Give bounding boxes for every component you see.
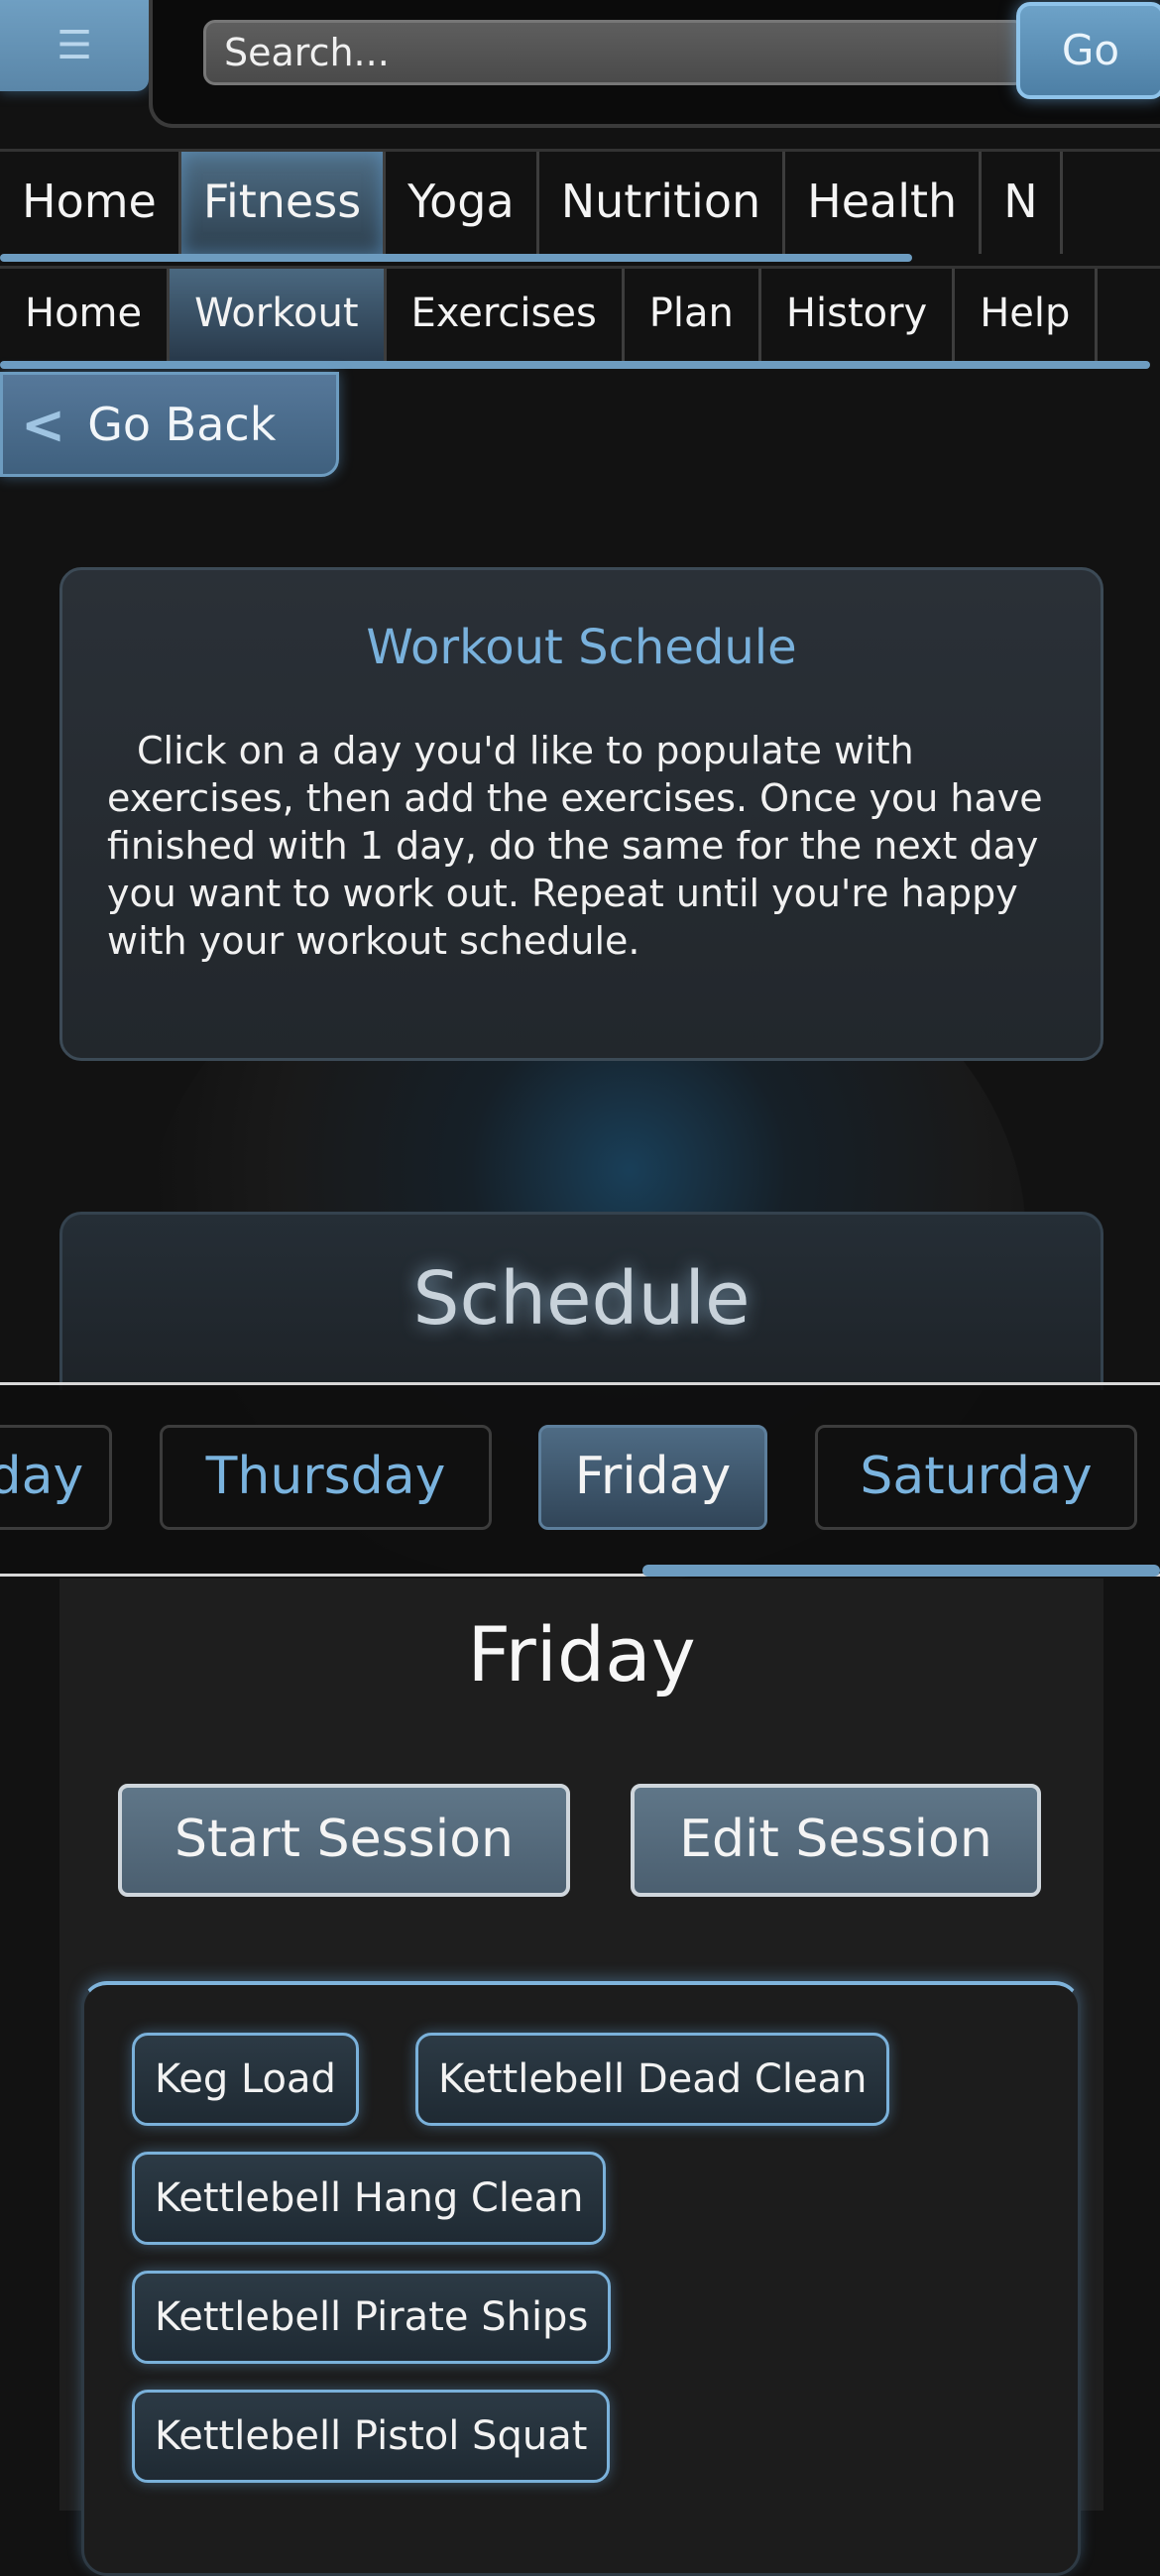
go-back-button[interactable]: < Go Back (0, 372, 339, 477)
workout-schedule-title: Workout Schedule (366, 620, 797, 675)
day-tab-friday[interactable]: Friday (538, 1425, 767, 1530)
go-back-label: Go Back (87, 398, 277, 451)
secondary-nav: Home Workout Exercises Plan History Help (0, 266, 1160, 364)
nav-tab-more[interactable]: N (982, 152, 1063, 254)
subnav-tab-exercises[interactable]: Exercises (387, 269, 625, 361)
nav-tab-nutrition[interactable]: Nutrition (539, 152, 786, 254)
hamburger-menu-icon: ☰ (57, 23, 92, 68)
nav-tab-health[interactable]: Health (785, 152, 983, 254)
exercise-chip[interactable]: Kettlebell Hang Clean (132, 2152, 607, 2245)
subnav-tab-home[interactable]: Home (0, 269, 171, 361)
day-panel: Friday Start Session Edit Session Keg Lo… (59, 1579, 1103, 2576)
go-button[interactable]: Go (1016, 2, 1160, 99)
search-input[interactable]: Search... (203, 20, 1026, 85)
chevron-left-icon: < (21, 393, 66, 456)
exercise-chip[interactable]: Keg Load (132, 2033, 359, 2126)
subnav-tab-plan[interactable]: Plan (625, 269, 761, 361)
schedule-card: Schedule (59, 1212, 1103, 1390)
primary-nav-scrollbar[interactable] (0, 254, 912, 262)
exercise-chip[interactable]: Kettlebell Pistol Squat (132, 2390, 611, 2483)
nav-tab-home[interactable]: Home (0, 152, 181, 254)
nav-tab-fitness[interactable]: Fitness (180, 152, 387, 254)
workout-schedule-card: Workout Schedule Click on a day you'd li… (59, 567, 1103, 1061)
day-tab-saturday[interactable]: Saturday (815, 1425, 1137, 1530)
subnav-tab-history[interactable]: History (761, 269, 956, 361)
nav-tab-yoga[interactable]: Yoga (386, 152, 539, 254)
subnav-tab-help[interactable]: Help (955, 269, 1099, 361)
exercise-chip[interactable]: Kettlebell Pirate Ships (132, 2271, 612, 2364)
schedule-title: Schedule (412, 1256, 751, 1342)
menu-button[interactable]: ☰ (0, 0, 149, 91)
day-selector-scrollbar[interactable] (642, 1565, 1160, 1577)
edit-session-button[interactable]: Edit Session (631, 1784, 1041, 1897)
start-session-button[interactable]: Start Session (118, 1784, 570, 1897)
exercise-chip[interactable]: Kettlebell Dead Clean (415, 2033, 890, 2126)
day-selector: day Thursday Friday Saturday (0, 1382, 1160, 1577)
exercise-list: Keg Load Kettlebell Dead Clean Kettlebel… (81, 1981, 1081, 2576)
day-tab-thursday[interactable]: Thursday (160, 1425, 492, 1530)
workout-schedule-instructions: Click on a day you'd like to populate wi… (107, 729, 1043, 963)
day-tab-wednesday[interactable]: day (0, 1425, 112, 1530)
secondary-nav-scrollbar[interactable] (0, 361, 1150, 369)
subnav-tab-workout[interactable]: Workout (170, 269, 387, 361)
day-title: Friday (467, 1610, 696, 1698)
primary-nav: Home Fitness Yoga Nutrition Health N (0, 149, 1160, 257)
